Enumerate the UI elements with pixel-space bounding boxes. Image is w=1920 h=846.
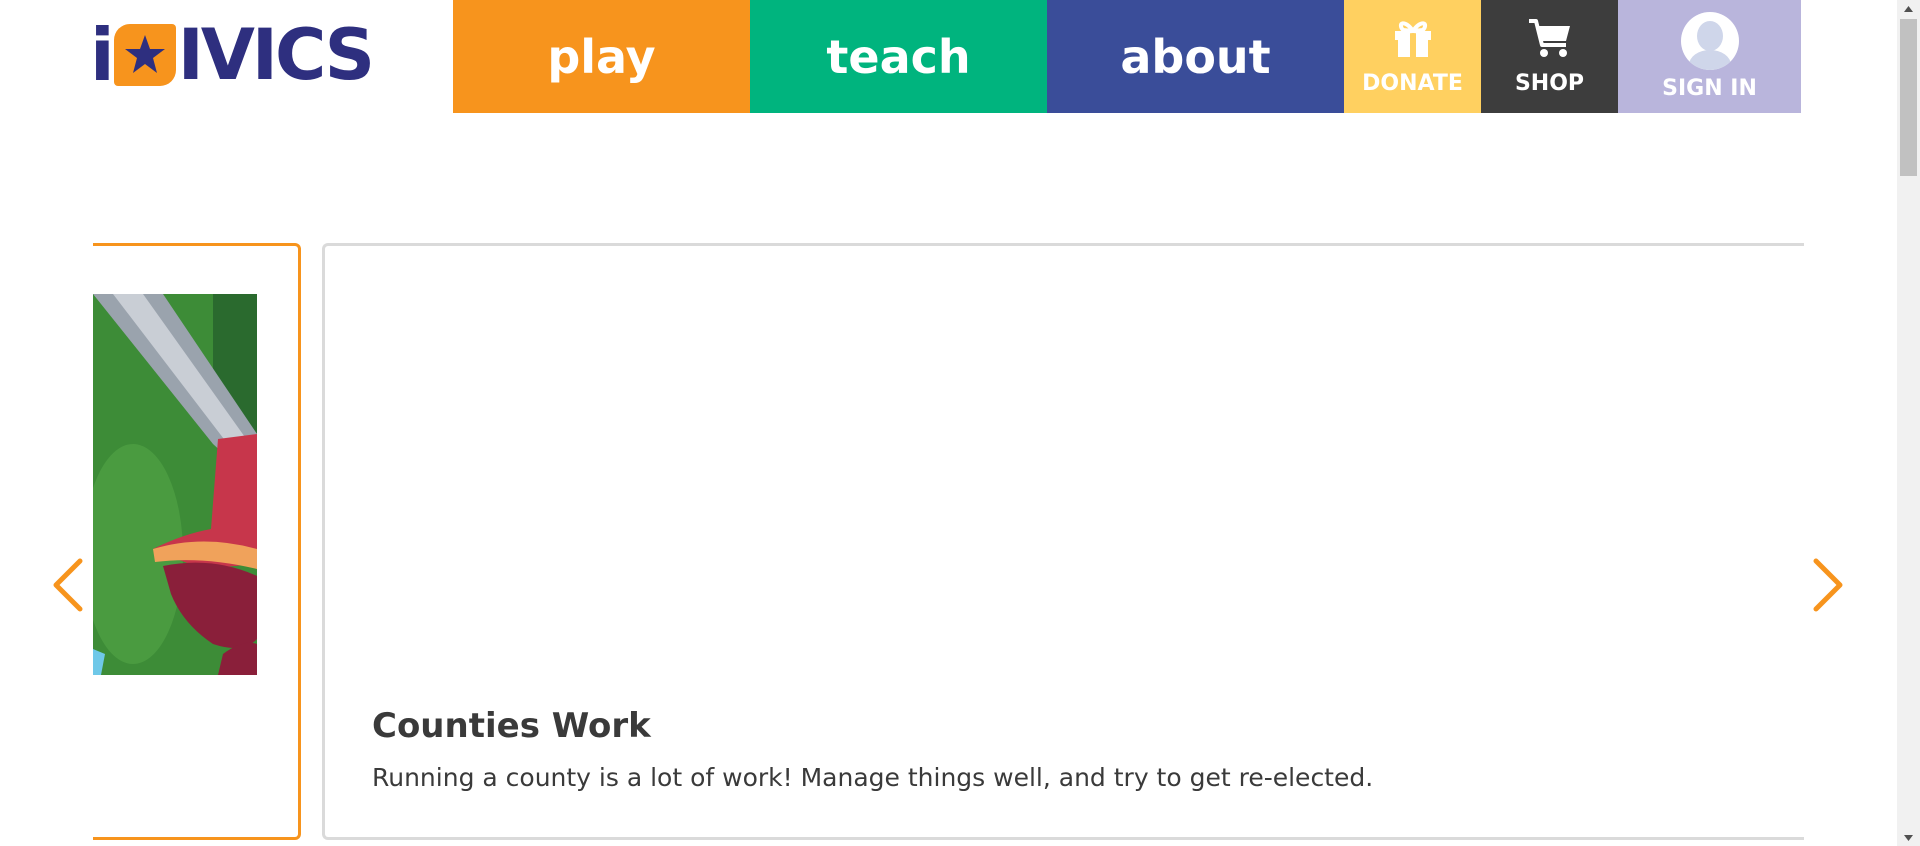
page-scrollbar[interactable]: [1897, 0, 1920, 846]
logo-star-icon: [113, 24, 176, 86]
nav-shop-label: SHOP: [1514, 71, 1585, 96]
logo-wordmark: i IVICS: [90, 13, 375, 97]
nav-sign-in-label: SIGN IN: [1662, 76, 1757, 101]
nav-about[interactable]: about: [1047, 0, 1344, 113]
scrollbar-thumb[interactable]: [1900, 19, 1917, 176]
scroll-down-arrow-icon[interactable]: [1897, 829, 1920, 846]
nav-donate-label: DONATE: [1362, 71, 1463, 96]
scroll-up-arrow-icon[interactable]: [1897, 0, 1920, 17]
game-title: Counties Work: [372, 706, 651, 746]
chevron-left-icon[interactable]: [48, 555, 88, 615]
gift-icon: [1391, 17, 1435, 65]
main-nav: play teach about DONATE SHOP SIGN IN: [453, 0, 1801, 113]
nav-sign-in[interactable]: SIGN IN: [1618, 0, 1801, 113]
user-avatar-icon: [1680, 12, 1739, 70]
game-carousel: Counties Work Running a county is a lot …: [0, 240, 1920, 846]
cart-icon: [1527, 17, 1573, 65]
nav-teach[interactable]: teach: [750, 0, 1047, 113]
nav-shop[interactable]: SHOP: [1481, 0, 1618, 113]
nav-about-label: about: [1120, 29, 1271, 84]
game-description: Running a county is a lot of work! Manag…: [372, 763, 1374, 792]
icivics-logo[interactable]: i IVICS: [90, 18, 380, 92]
nav-play-label: play: [547, 29, 656, 84]
carousel-card-current[interactable]: Counties Work Running a county is a lot …: [322, 243, 1804, 840]
previous-game-thumbnail: [93, 294, 257, 675]
nav-donate[interactable]: DONATE: [1344, 0, 1481, 113]
nav-teach-label: teach: [826, 29, 971, 84]
carousel-card-previous[interactable]: [93, 243, 301, 840]
chevron-right-icon[interactable]: [1808, 555, 1848, 615]
nav-play[interactable]: play: [453, 0, 750, 113]
